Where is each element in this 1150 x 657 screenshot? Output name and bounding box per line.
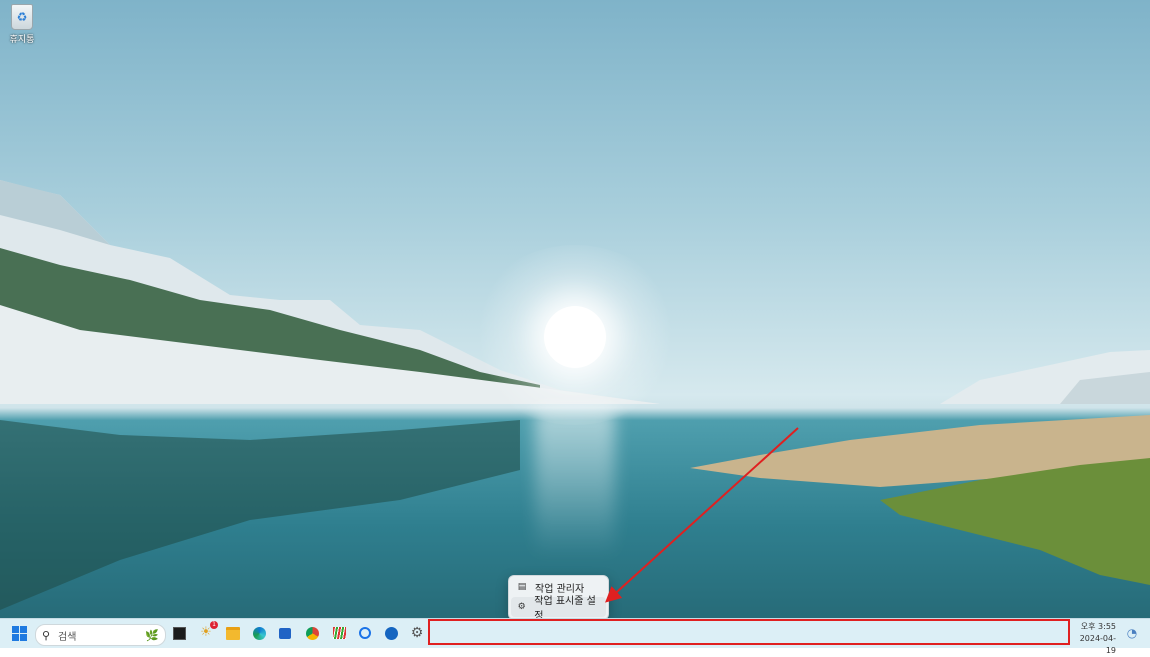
blue-app-icon (384, 626, 398, 640)
recycle-bin-icon: ♻ (11, 4, 33, 30)
taskbar-app-store[interactable] (276, 624, 294, 642)
taskbar-app-copilot[interactable] (356, 624, 374, 642)
task-manager-icon: ▤ (517, 582, 527, 592)
system-clock[interactable]: 오후 3:55 2024-04-19 (1070, 621, 1116, 657)
edge-browser-icon (252, 626, 266, 640)
taskbar-app-widgets[interactable]: ☀ 1 (197, 621, 218, 642)
sun-reflection (535, 408, 615, 558)
clock-date: 2024-04-19 (1079, 634, 1116, 655)
search-icon: ⚲ (42, 628, 51, 642)
taskbar-app-settings[interactable]: ⚙ (408, 624, 426, 642)
search-highlight-icon: 🌿 (145, 628, 159, 642)
terminal-icon (172, 626, 186, 640)
folder-icon (226, 626, 240, 640)
search-placeholder: 검색 (58, 631, 77, 643)
taskbar-app-chrome[interactable] (303, 624, 321, 642)
desktop-wallpaper: ♻ 휴지통 (0, 0, 1150, 618)
windows-logo-icon (11, 625, 27, 641)
settings-gear-icon: ⚙ (410, 625, 424, 641)
menu-item-taskbar-settings[interactable]: ⚙ 작업 표시줄 설정 (511, 596, 606, 622)
taskbar-app-edge[interactable] (250, 624, 268, 642)
gear-icon: ⚙ (517, 602, 526, 612)
taskbar-app-blue[interactable] (382, 624, 400, 642)
stripes-app-icon (332, 627, 346, 639)
store-icon (279, 627, 291, 639)
start-button[interactable] (10, 624, 28, 642)
taskbar-app-terminal[interactable] (170, 624, 188, 642)
notification-center-button[interactable]: ◔ (1123, 624, 1141, 642)
notification-badge: 1 (210, 621, 218, 629)
chrome-icon (305, 626, 319, 640)
desktop-icon-label: 휴지통 (9, 35, 35, 45)
desktop-icon-recycle-bin[interactable]: ♻ 휴지통 (6, 4, 38, 45)
annotation-highlight-box (428, 619, 1070, 645)
sun (544, 306, 606, 368)
taskbar-app-stripes[interactable] (330, 624, 348, 642)
notification-icon: ◔ (1126, 626, 1138, 640)
taskbar-context-menu: ▤ 작업 관리자 ⚙ 작업 표시줄 설정 (508, 575, 609, 622)
search-box[interactable]: ⚲ 검색 🌿 (35, 624, 166, 646)
clock-time: 오후 3:55 (1080, 622, 1116, 631)
taskbar-app-file-explorer[interactable] (224, 624, 242, 642)
copilot-icon (359, 627, 371, 639)
